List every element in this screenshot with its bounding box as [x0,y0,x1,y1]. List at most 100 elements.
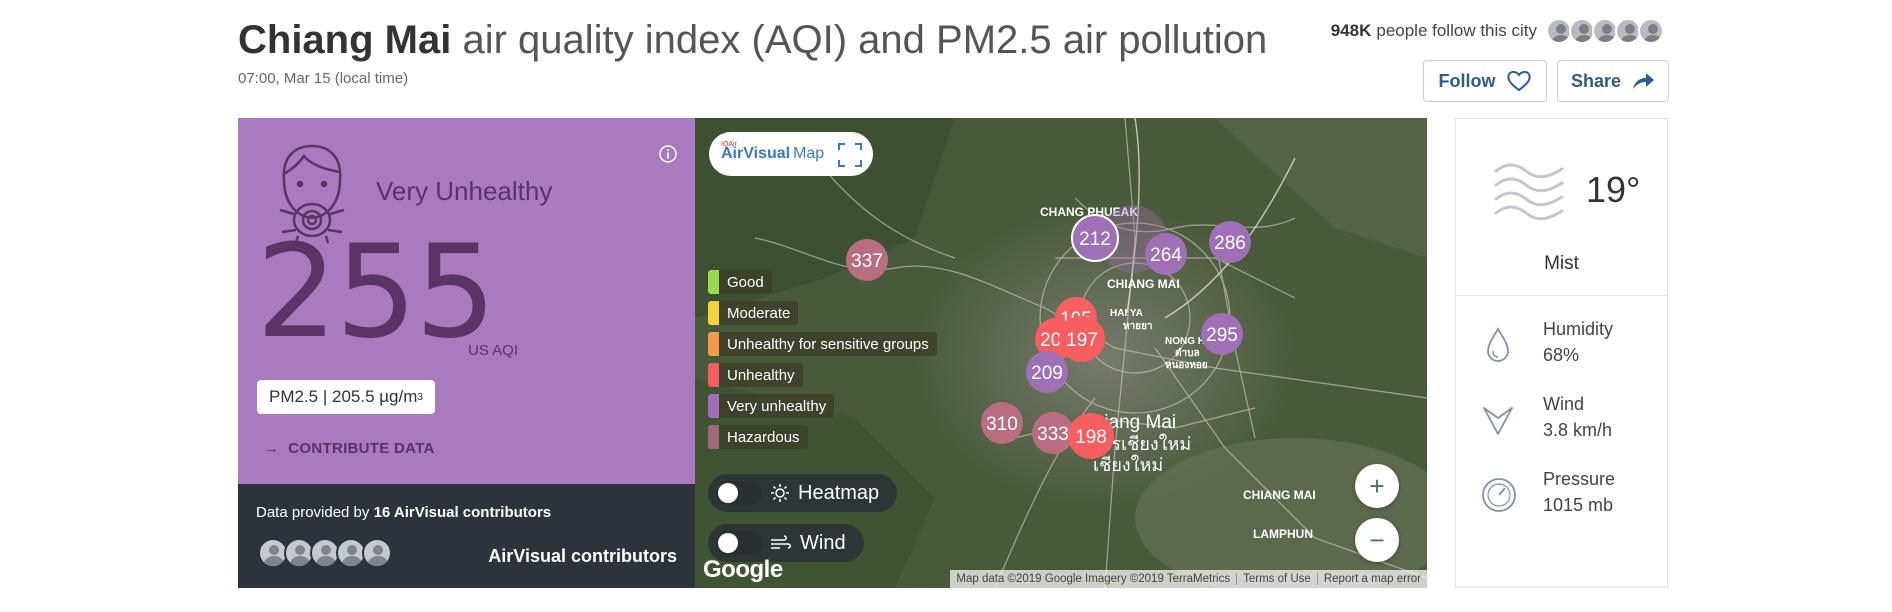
pm25-readout: PM2.5 | 205.5 µg/m 3 [257,380,435,414]
map-marker[interactable]: 310 [981,402,1023,444]
legend-item-hazardous: Hazardous [708,425,937,449]
humidity-value: 68% [1543,345,1580,365]
terms-of-use-link[interactable]: Terms of Use [1236,573,1317,585]
map-label-chiang-mai-thai-2: เชียงใหม่ [1093,454,1163,475]
wind-value: 3.8 km/h [1543,420,1613,440]
legend-swatch [708,363,719,387]
follower-avatars [1546,18,1664,44]
pressure-row: Pressure 1015 mb [1456,465,1667,525]
provider-prefix: Data provided by [256,504,374,521]
report-map-error-link[interactable]: Report a map error [1316,573,1427,585]
mist-icon [1494,163,1564,221]
weather-panel: 19° Mist Humidity 68% Wind 3.8 km/h Pres… [1455,118,1668,588]
map-label-lamphun: LAMPHUN [1253,527,1313,541]
weather-divider [1456,295,1667,296]
follower-info: 948K people follow this city [1331,18,1664,44]
follower-text: people follow this city [1376,21,1537,40]
heatmap-label: Heatmap [798,481,880,504]
map-label-chiang-mai-east: CHIANG MAI [1243,488,1316,502]
wind-direction-icon [1483,407,1513,435]
humidity-row: Humidity 68% [1456,315,1667,375]
pressure-label: Pressure [1543,469,1616,489]
contribute-label: CONTRIBUTE DATA [288,440,435,457]
map-marker[interactable]: 264 [1145,233,1187,275]
legend-item-moderate: Moderate [708,301,937,325]
iqair-logo-text: IQAir [721,141,737,148]
humidity-label: Humidity [1543,319,1614,339]
legend-item-unhealthy-sensitive: Unhealthy for sensitive groups [708,332,937,356]
contributors-link[interactable]: AirVisual contributors [488,546,677,567]
svg-text:198: 198 [1075,427,1107,448]
legend-swatch [708,270,719,294]
legend-swatch [708,301,719,325]
weather-condition: Mist [1544,253,1579,274]
legend-swatch [708,425,719,449]
svg-text:264: 264 [1150,245,1182,266]
aqi-value: 255 [256,218,496,367]
legend-swatch [708,332,719,356]
heart-icon [1506,70,1531,92]
map-attribution: Map data ©2019 Google Imagery ©2019 Terr… [950,570,1427,588]
map-marker[interactable]: 333 [1032,412,1074,454]
svg-text:295: 295 [1206,325,1238,346]
map-marker[interactable]: 209 [1026,351,1068,393]
google-logo: Google [703,556,783,583]
map-label-hai-ya-thai: หายยา [1123,321,1153,332]
svg-text:197: 197 [1066,330,1098,351]
share-button-label: Share [1570,70,1622,91]
pressure-gauge-icon [1482,478,1516,512]
follower-count: 948K [1330,21,1372,40]
map-marker[interactable]: 212 [1071,214,1119,262]
map-marker[interactable]: 286 [1209,221,1251,263]
pressure-value: 1015 mb [1543,495,1614,515]
svg-text:337: 337 [851,251,883,272]
airvisual-map[interactable]: CHANG PHUEAK CHIANG MAI HAI YA หายยา NON… [695,118,1427,588]
legend-item-good: Good [708,270,937,294]
aqi-level: Very Unhealthy [376,176,553,206]
map-marker[interactable]: 295 [1201,313,1243,355]
follow-button[interactable]: Follow [1423,60,1547,102]
wind-icon [771,535,791,549]
sun-icon [771,484,789,502]
page-title: Chiang Mai air quality index (AQI) and P… [238,14,1267,66]
wind-switch[interactable] [716,531,762,555]
map-label-nong-hoi-thai-2: หนองหอย [1165,360,1208,371]
contribute-data-link[interactable]: → CONTRIBUTE DATA [264,440,435,457]
zoom-in-button[interactable]: + [1355,464,1399,508]
map-marker[interactable]: 197 [1059,316,1105,362]
heatmap-toggle[interactable]: Heatmap [708,474,898,512]
pm25-exponent: 3 [417,391,423,403]
data-provider-panel: Data provided by 16 AirVisual contributo… [238,484,695,588]
provider-count: 16 AirVisual contributors [373,504,552,521]
map-data-credit: Map data ©2019 Google Imagery ©2019 Terr… [956,573,1231,585]
info-icon[interactable] [658,144,678,164]
map-label-nong-hoi-thai-1: ตำบล [1175,347,1200,359]
share-button[interactable]: Share [1557,60,1669,102]
follow-button-label: Follow [1438,70,1496,91]
local-time: 07:00, Mar 15 (local time) [238,70,409,87]
map-label-hai-ya: HAI YA [1110,308,1143,319]
wind-row: Wind 3.8 km/h [1456,390,1667,450]
temperature: 19° [1586,169,1641,210]
aqi-unit: US AQI [468,342,519,359]
aqi-panel: Very Unhealthy 255 US AQI PM2.5 | 205.5 … [238,118,695,484]
map-marker[interactable]: 198 [1068,413,1114,459]
fullscreen-icon[interactable] [837,142,863,168]
avatar [362,538,392,568]
legend-item-unhealthy: Unhealthy [708,363,937,387]
wind-label: Wind [1543,394,1585,414]
humidity-drop-icon [1487,327,1509,362]
legend-item-very-unhealthy: Very unhealthy [708,394,937,418]
contributor-avatars[interactable] [258,538,392,568]
zoom-out-button[interactable]: − [1355,518,1399,562]
svg-text:209: 209 [1031,363,1063,384]
heatmap-switch[interactable] [716,481,762,505]
legend-swatch [708,394,719,418]
avatar [1638,18,1664,44]
pm25-text: PM2.5 | 205.5 µg/m [269,387,418,406]
city-name: Chiang Mai [238,18,452,62]
svg-text:333: 333 [1037,424,1069,445]
svg-text:286: 286 [1214,233,1246,254]
svg-text:212: 212 [1079,229,1111,250]
provider-text: Data provided by 16 AirVisual contributo… [256,504,551,521]
